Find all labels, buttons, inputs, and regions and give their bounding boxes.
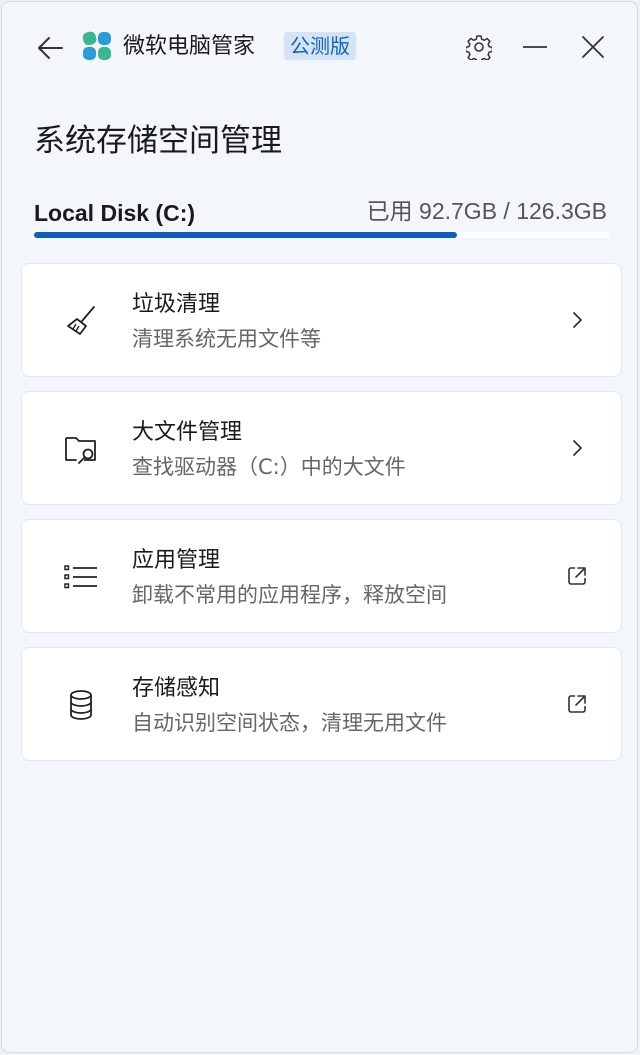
large-file-management-card[interactable]: 大文件管理 查找驱动器（C:）中的大文件 bbox=[21, 391, 622, 505]
card-title: 垃圾清理 bbox=[132, 292, 221, 317]
broom-icon bbox=[62, 302, 100, 340]
close-icon bbox=[582, 36, 604, 58]
beta-badge: 公测版 bbox=[284, 32, 356, 60]
chevron-right-icon bbox=[563, 306, 591, 334]
app-window: 微软电脑管家 公测版 系统存储空间管理 Local Disk (C:) 已用 9… bbox=[1, 1, 638, 1053]
disk-usage-fill bbox=[34, 232, 457, 238]
disk-usage-bar bbox=[34, 232, 610, 238]
app-management-card[interactable]: 应用管理 卸载不常用的应用程序，释放空间 bbox=[21, 519, 622, 633]
folder-search-icon bbox=[62, 430, 100, 468]
list-icon bbox=[62, 558, 100, 596]
settings-button[interactable] bbox=[459, 27, 499, 67]
minimize-button[interactable] bbox=[515, 27, 555, 67]
minimize-icon bbox=[523, 46, 547, 48]
card-subtitle: 自动识别空间状态，清理无用文件 bbox=[132, 711, 447, 735]
storage-sense-card[interactable]: 存储感知 自动识别空间状态，清理无用文件 bbox=[21, 647, 622, 761]
app-name: 微软电脑管家 bbox=[123, 34, 256, 59]
database-icon bbox=[62, 686, 100, 724]
external-link-icon bbox=[563, 690, 591, 718]
back-arrow-icon bbox=[38, 37, 63, 59]
title-bar: 微软电脑管家 公测版 bbox=[2, 2, 637, 92]
card-subtitle: 查找驱动器（C:）中的大文件 bbox=[132, 455, 406, 479]
gear-icon bbox=[466, 35, 492, 60]
card-title: 应用管理 bbox=[132, 548, 221, 573]
disk-name: Local Disk (C:) bbox=[34, 200, 196, 226]
junk-cleanup-card[interactable]: 垃圾清理 清理系统无用文件等 bbox=[21, 263, 622, 377]
chevron-right-icon bbox=[563, 434, 591, 462]
app-logo-icon bbox=[82, 31, 111, 60]
external-link-icon bbox=[563, 562, 591, 590]
card-subtitle: 清理系统无用文件等 bbox=[132, 327, 321, 351]
card-title: 大文件管理 bbox=[132, 420, 243, 445]
back-button[interactable] bbox=[30, 28, 70, 68]
page-title: 系统存储空间管理 bbox=[34, 123, 282, 159]
card-subtitle: 卸载不常用的应用程序，释放空间 bbox=[132, 583, 447, 607]
disk-usage-text: 已用 92.7GB / 126.3GB bbox=[366, 198, 607, 224]
card-title: 存储感知 bbox=[132, 676, 221, 701]
close-button[interactable] bbox=[573, 27, 613, 67]
